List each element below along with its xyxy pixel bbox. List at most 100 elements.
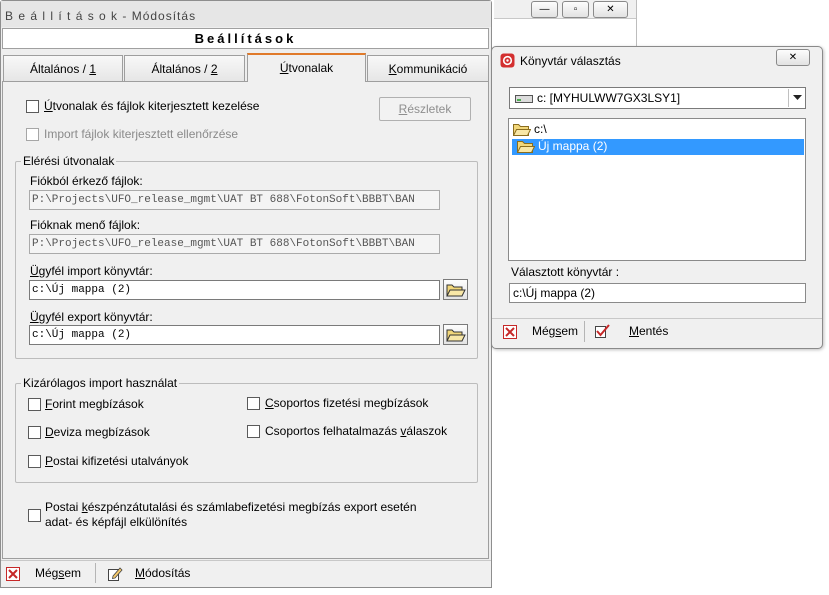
- tab-hotkey: K: [388, 62, 397, 76]
- paths-group-legend: Elérési útvonalak: [21, 154, 117, 168]
- postal-split-checkbox[interactable]: [28, 509, 41, 522]
- group-payment-label: Csoportos fizetési megbízások: [265, 396, 428, 410]
- label-text: Még: [532, 324, 556, 338]
- postai-label: Postai kifizetési utalványok: [45, 454, 188, 468]
- folder-open-icon: [517, 141, 535, 153]
- selected-folder-label: Választott könyvtár :: [511, 265, 620, 279]
- exclusive-import-legend: Kizárólagos import használat: [21, 376, 180, 390]
- hotkey-letter: P: [45, 454, 54, 468]
- label-text: em: [561, 324, 579, 338]
- group-authorization-checkbox[interactable]: [247, 425, 260, 438]
- open-folder-icon: [446, 329, 466, 342]
- label-text: Postai: [45, 500, 82, 514]
- tab-communication[interactable]: Kommunikáció: [367, 55, 489, 81]
- dialog-titlebar: Könyvtár választás ✕: [493, 48, 821, 74]
- close-icon: ✕: [606, 4, 615, 15]
- label-text: em: [64, 566, 82, 580]
- label-text: gyfél export könyvtár:: [38, 310, 153, 324]
- label-text: Csoportos felhatalmazás: [265, 424, 401, 438]
- hotkey-letter: R: [398, 102, 408, 116]
- outgoing-files-field[interactable]: P:\Projects\UFO_release_mgmt\UAT BT 688\…: [29, 234, 440, 254]
- client-import-field[interactable]: c:\Új mappa (2): [29, 280, 440, 300]
- tab-general-2[interactable]: Általános / 2: [124, 55, 245, 81]
- outgoing-files-label: Fióknak menő fájlok:: [30, 218, 141, 232]
- drive-icon: [515, 95, 533, 103]
- label-text: entés: [639, 324, 669, 338]
- cancel-icon: [503, 325, 517, 339]
- folder-open-icon: [513, 124, 531, 136]
- forint-checkbox[interactable]: [28, 398, 41, 411]
- label-text: Még: [35, 566, 59, 580]
- settings-titlebar: B e á l l í t á s o k - Módosítás: [1, 1, 491, 27]
- close-button[interactable]: ✕: [593, 1, 628, 18]
- deviza-checkbox[interactable]: [28, 426, 41, 439]
- tab-paths[interactable]: Útvonalak: [247, 53, 366, 82]
- drive-select[interactable]: c: [MYHULWW7GX3LSY1]: [509, 87, 806, 109]
- background-window-pane: [636, 0, 829, 48]
- client-export-browse-button[interactable]: [443, 324, 468, 345]
- client-import-label: Ügyfél import könyvtár:: [30, 264, 153, 278]
- tab-hotkey: 2: [210, 62, 218, 76]
- postai-checkbox[interactable]: [28, 455, 41, 468]
- chevron-down-icon: [793, 95, 802, 100]
- button-label: észletek: [407, 102, 452, 116]
- tab-label: ommunikáció: [396, 62, 468, 76]
- dialog-title: Könyvtár választás: [520, 54, 621, 68]
- hotkey-letter: M: [629, 324, 639, 338]
- hotkey-letter: C: [265, 396, 274, 410]
- label-text: soportos fizetési megbízások: [273, 396, 429, 410]
- label-text: észpénzátutalási és számlabefizetési meg…: [87, 500, 417, 514]
- details-button[interactable]: Részletek: [379, 97, 471, 121]
- client-import-browse-button[interactable]: [443, 279, 468, 300]
- postal-split-label-line2: adat- és képfájl elkülönítés: [45, 515, 188, 529]
- group-payment-checkbox[interactable]: [247, 397, 260, 410]
- tab-general-1[interactable]: Általános / 1: [3, 55, 123, 81]
- close-icon: ✕: [788, 52, 798, 63]
- restore-button[interactable]: ▫: [562, 1, 589, 18]
- label-text: tvonalak és fájlok kiterjesztett kezelés…: [52, 99, 260, 113]
- hotkey-letter: M: [135, 566, 145, 580]
- forint-label: Forint megbízások: [45, 397, 144, 411]
- label-text: orint megbízások: [52, 397, 144, 411]
- hotkey-letter: D: [45, 425, 54, 439]
- label-text: ódosítás: [145, 566, 191, 580]
- extended-paths-label: Útvonalak és fájlok kiterjesztett kezelé…: [44, 99, 259, 113]
- tree-item-root[interactable]: c:\: [513, 122, 613, 138]
- client-export-field[interactable]: c:\Új mappa (2): [29, 325, 440, 345]
- label-text: eviza megbízások: [53, 425, 150, 439]
- tab-label: Általános /: [29, 62, 90, 76]
- label-text: gyfél import könyvtár:: [38, 264, 153, 278]
- minimize-icon: —: [539, 4, 550, 15]
- background-window-titlebar: — ▫ ✕: [494, 0, 636, 19]
- drive-select-value: c: [MYHULWW7GX3LSY1]: [537, 91, 681, 105]
- modify-label: Módosítás: [135, 566, 190, 580]
- tab-label: Általános /: [151, 62, 211, 76]
- tree-item-label: Új mappa (2): [538, 139, 608, 153]
- tab-hotkey: 1: [89, 62, 97, 76]
- group-authorization-label: Csoportos felhatalmazás válaszok: [265, 424, 447, 438]
- drive-dropdown-button[interactable]: [788, 89, 806, 107]
- edit-icon: [108, 567, 123, 581]
- label-text: álaszok: [406, 424, 448, 438]
- tree-item-label: c:\: [534, 122, 547, 136]
- import-ext-check-checkbox[interactable]: [26, 128, 39, 141]
- restore-icon: ▫: [573, 4, 578, 15]
- incoming-files-field[interactable]: P:\Projects\UFO_release_mgmt\UAT BT 688\…: [29, 190, 440, 210]
- cancel-icon: [6, 567, 20, 581]
- incoming-files-label: Fiókból érkező fájlok:: [30, 174, 143, 188]
- cancel-label: Mégsem: [35, 566, 81, 580]
- dialog-save-label: Mentés: [629, 324, 668, 338]
- client-export-label: Ügyfél export könyvtár:: [30, 310, 153, 324]
- dialog-close-button[interactable]: ✕: [776, 49, 810, 66]
- deviza-label: Deviza megbízások: [45, 425, 150, 439]
- selected-folder-field[interactable]: c:\Új mappa (2): [509, 283, 806, 303]
- postal-split-label-line1: Postai készpénzátutalási és számlabefize…: [45, 500, 417, 514]
- dialog-cancel-label: Mégsem: [532, 324, 578, 338]
- footer-divider: [95, 563, 96, 583]
- minimize-button[interactable]: —: [531, 1, 558, 18]
- label-text: ostai kifizetési utalványok: [53, 454, 189, 468]
- extended-paths-checkbox[interactable]: [26, 100, 39, 113]
- window-title: B e á l l í t á s o k - Módosítás: [5, 9, 197, 23]
- tree-item-new-folder[interactable]: Új mappa (2): [517, 139, 667, 155]
- dialog-footer-divider: [584, 321, 585, 342]
